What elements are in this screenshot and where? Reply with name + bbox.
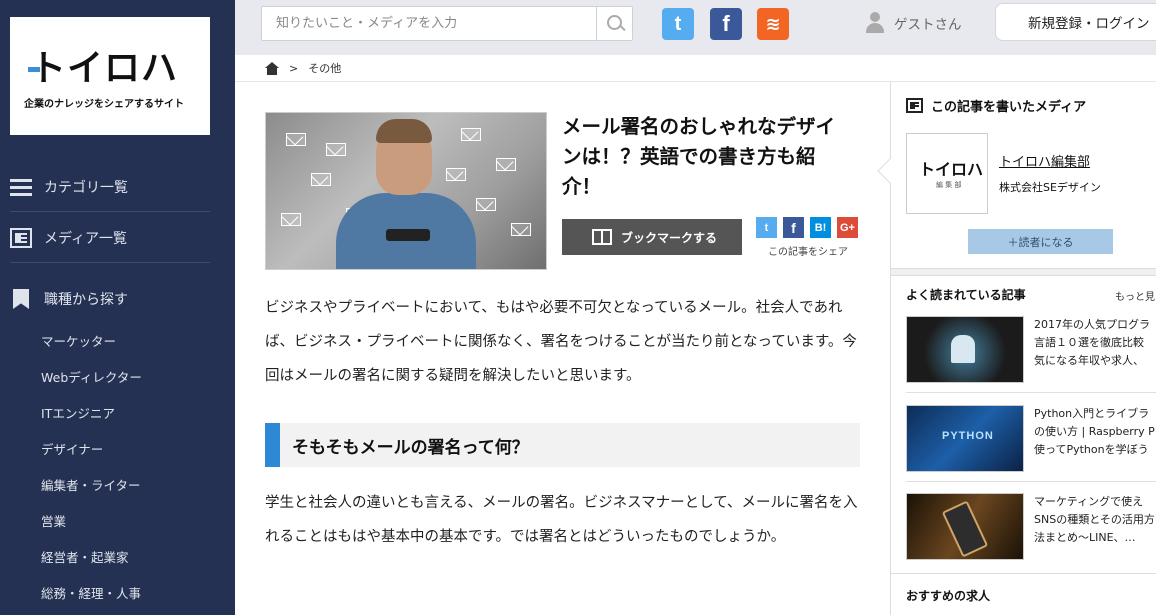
- job-item-web-director[interactable]: Webディレクター: [41, 360, 142, 396]
- search-input[interactable]: [262, 7, 595, 40]
- job-item-executive[interactable]: 経営者・起業家: [41, 540, 142, 576]
- media-company: 株式会社SEデザイン: [999, 181, 1101, 194]
- breadcrumb: > その他: [235, 55, 1156, 82]
- popular-article-title: Python入門とライブラ の使い方 | Raspberry P 使ってPyth…: [1034, 407, 1155, 456]
- guest-user[interactable]: ゲストさん: [865, 12, 962, 34]
- popular-heading: よく読まれている記事: [906, 288, 1026, 302]
- popular-more-link[interactable]: もっと見: [1115, 288, 1155, 303]
- home-icon[interactable]: [265, 61, 279, 75]
- thumbnail-label: PYTHON: [942, 430, 994, 442]
- article-paragraph: ビジネスやプライベートにおいて、もはや必要不可欠となっているメール。社会人であれ…: [265, 300, 857, 384]
- list-icon: [10, 177, 32, 197]
- share-facebook-icon[interactable]: f: [783, 217, 804, 238]
- article-paragraph: 学生と社会人の違いとも言える、メールの署名。ビジネスマナーとして、メールに署名を…: [265, 495, 858, 545]
- bookmark-label: ブックマークする: [621, 230, 718, 245]
- follow-button[interactable]: ＋読者になる: [968, 229, 1113, 254]
- media-logo[interactable]: トイロハ 編 集 部: [906, 133, 988, 214]
- share-google-plus-icon[interactable]: G+: [837, 217, 858, 238]
- article-thumbnail: [906, 316, 1024, 383]
- media-icon: [906, 98, 923, 113]
- article-hero-image: [265, 112, 547, 270]
- popular-article[interactable]: 2017年の人気プログラ 言語１０選を徹底比較 気になる年収や求人、: [906, 316, 1156, 394]
- job-category-list: マーケッター Webディレクター ITエンジニア デザイナー 編集者・ライター …: [41, 324, 142, 612]
- search-icon[interactable]: [596, 7, 632, 40]
- job-item-sales[interactable]: 営業: [41, 504, 142, 540]
- media-logo-sub: 編 集 部: [936, 181, 962, 189]
- article-thumbnail: PYTHON: [906, 405, 1024, 472]
- job-item-marketer[interactable]: マーケッター: [41, 324, 142, 360]
- sidebar: トイロハ 企業のナレッジをシェアするサイト カテゴリ一覧 メディア一覧 職種から…: [0, 0, 235, 615]
- divider: [891, 573, 1156, 574]
- job-item-designer[interactable]: デザイナー: [41, 432, 142, 468]
- nav-media-list[interactable]: メディア一覧: [10, 213, 210, 263]
- header-bar: t f ≋ ゲストさん 新規登録・ログイン: [235, 0, 1156, 55]
- nav-media-label: メディア一覧: [44, 230, 128, 247]
- nav-job-label: 職種から探す: [44, 292, 128, 308]
- twitter-icon[interactable]: t: [662, 8, 694, 40]
- right-sidebar: この記事を書いたメディア トイロハ 編 集 部 トイロハ編集部 株式会社SEデザ…: [877, 82, 1156, 615]
- job-item-editor[interactable]: 編集者・ライター: [41, 468, 142, 504]
- section-heading: そもそもメールの署名って何？: [265, 423, 860, 467]
- recommended-jobs-heading: おすすめの求人: [906, 589, 991, 603]
- logo-tagline: 企業のナレッジをシェアするサイト: [24, 99, 184, 110]
- popular-article-title: 2017年の人気プログラ 言語１０選を徹底比較 気になる年収や求人、: [1034, 318, 1150, 367]
- breadcrumb-current[interactable]: その他: [308, 60, 341, 76]
- signup-login-button[interactable]: 新規登録・ログイン: [995, 3, 1156, 41]
- popular-article-title: マーケティングで使え SNSの種類とその活用方 法まとめ〜LINE、…: [1034, 495, 1155, 544]
- nav-category-label: カテゴリ一覧: [44, 179, 128, 196]
- breadcrumb-separator: >: [289, 61, 299, 75]
- guest-label: ゲストさん: [894, 17, 962, 33]
- article-main: メール署名のおしゃれなデザインは！？英語での書き方も紹介！ ブックマークする t…: [235, 82, 890, 615]
- media-name-link[interactable]: トイロハ編集部: [999, 151, 1090, 170]
- book-icon: [592, 229, 612, 245]
- popular-article[interactable]: PYTHON Python入門とライブラ の使い方 | Raspberry P …: [906, 405, 1156, 483]
- media-heading: この記事を書いたメディア: [906, 96, 1086, 115]
- rss-icon[interactable]: ≋: [757, 8, 789, 40]
- logo-mark: トイロハ: [27, 48, 179, 89]
- bookmark-icon: [13, 289, 29, 309]
- media-heading-label: この記事を書いたメディア: [931, 100, 1087, 115]
- article-title: メール署名のおしゃれなデザインは！？英語での書き方も紹介！: [562, 115, 836, 198]
- job-item-admin[interactable]: 総務・経理・人事: [41, 576, 142, 612]
- facebook-icon[interactable]: f: [710, 8, 742, 40]
- share-label: この記事をシェア: [768, 247, 848, 258]
- share-hatena-icon[interactable]: B!: [810, 217, 831, 238]
- search-box: [261, 6, 633, 41]
- site-logo[interactable]: トイロハ 企業のナレッジをシェアするサイト: [10, 17, 210, 135]
- user-icon: [865, 12, 885, 34]
- popular-article[interactable]: マーケティングで使え SNSの種類とその活用方 法まとめ〜LINE、…: [906, 493, 1156, 571]
- share-twitter-icon[interactable]: t: [756, 217, 777, 238]
- bookmark-button[interactable]: ブックマークする: [562, 219, 742, 255]
- job-item-it-engineer[interactable]: ITエンジニア: [41, 396, 142, 432]
- divider: [891, 268, 1156, 276]
- nav-category-list[interactable]: カテゴリ一覧: [10, 162, 210, 212]
- article-thumbnail: [906, 493, 1024, 560]
- media-icon: [10, 227, 32, 248]
- nav-job-search[interactable]: 職種から探す: [10, 274, 210, 324]
- media-logo-mark: トイロハ: [919, 160, 984, 179]
